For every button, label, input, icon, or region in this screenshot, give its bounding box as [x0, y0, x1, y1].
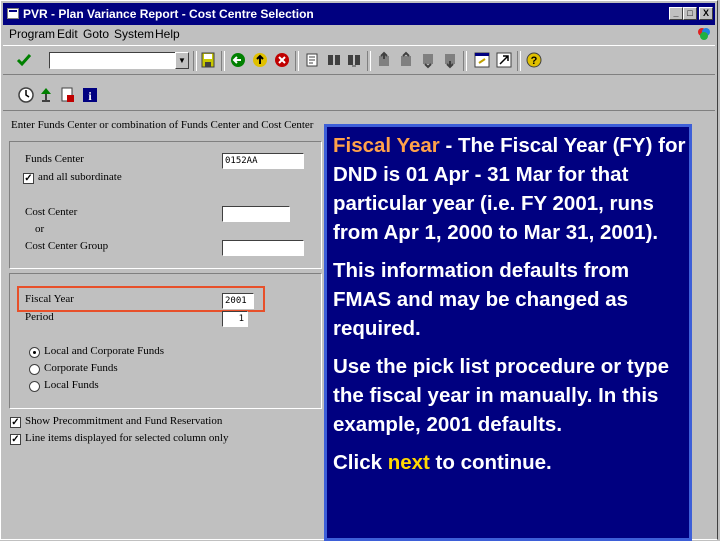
radio-local-label: Local Funds	[44, 379, 99, 391]
print-icon[interactable]	[303, 51, 321, 69]
toolbar-separator	[463, 51, 467, 71]
all-subordinate-label: and all subordinate	[38, 171, 122, 183]
command-dropdown[interactable]: ▼	[175, 52, 189, 69]
info-icon[interactable]: i	[81, 86, 99, 104]
selection-heading: Enter Funds Center or combination of Fun…	[11, 119, 314, 131]
maximize-button[interactable]: □	[683, 7, 697, 20]
line-items-label: Line items displayed for selected column…	[25, 432, 229, 444]
standard-toolbar: ▼ ?	[3, 45, 715, 75]
funds-center-input[interactable]: 0152AA	[222, 153, 304, 169]
radio-local-corporate-label: Local and Corporate Funds	[44, 345, 165, 357]
back-icon[interactable]	[229, 51, 247, 69]
menu-bar: Program Edit Goto System Help	[3, 25, 715, 43]
exit-icon[interactable]	[251, 51, 269, 69]
cost-center-input[interactable]	[222, 206, 290, 222]
command-field[interactable]	[49, 52, 177, 69]
cancel-icon[interactable]	[273, 51, 291, 69]
info-click-text: Click	[333, 451, 388, 474]
save-icon[interactable]	[199, 51, 217, 69]
svg-text:?: ?	[531, 55, 538, 67]
info-paragraph-fiscal-year: Fiscal Year - The Fiscal Year (FY) for D…	[333, 131, 689, 247]
prev-page-icon[interactable]	[397, 51, 415, 69]
show-precommitment-checkbox[interactable]: ✓	[10, 417, 21, 428]
all-subordinate-checkbox[interactable]: ✓	[23, 173, 34, 184]
check-icon[interactable]	[15, 51, 33, 69]
radio-local-corporate[interactable]	[29, 347, 40, 358]
toolbar-separator	[295, 51, 299, 71]
toolbar-separator	[193, 51, 197, 71]
next-page-icon[interactable]	[419, 51, 437, 69]
toolbar-separator	[517, 51, 521, 71]
info-callout: Fiscal Year - The Fiscal Year (FY) for D…	[324, 124, 692, 541]
or-label: or	[35, 223, 45, 235]
help-icon[interactable]: ?	[525, 51, 543, 69]
menu-help[interactable]: Help	[155, 25, 180, 43]
menu-system[interactable]: System	[114, 25, 154, 43]
cost-center-label: Cost Center	[25, 206, 78, 218]
find-icon[interactable]	[325, 51, 343, 69]
next-link[interactable]: next	[388, 451, 430, 474]
show-precommitment-label: Show Precommitment and Fund Reservation	[25, 415, 223, 427]
radio-corporate-label: Corporate Funds	[44, 362, 118, 374]
execute-icon[interactable]	[17, 86, 35, 104]
find-next-icon[interactable]	[345, 51, 363, 69]
minimize-button[interactable]: _	[669, 7, 683, 20]
title-bar: PVR - Plan Variance Report - Cost Centre…	[3, 3, 715, 25]
info-continue-text: to continue.	[429, 451, 552, 474]
close-button[interactable]: X	[699, 7, 713, 20]
info-paragraph-next: Click next to continue.	[333, 448, 689, 477]
info-paragraph-defaults: This information defaults from FMAS and …	[333, 259, 630, 340]
sap-logo-icon[interactable]	[697, 27, 711, 41]
application-toolbar: i	[3, 79, 715, 111]
info-term: Fiscal Year	[333, 134, 440, 157]
radio-corporate[interactable]	[29, 364, 40, 375]
new-session-icon[interactable]	[473, 51, 491, 69]
period-input[interactable]: 1	[222, 311, 248, 327]
toolbar-separator	[367, 51, 371, 71]
menu-program[interactable]: Program	[9, 25, 55, 43]
tree-icon[interactable]	[37, 86, 55, 104]
last-page-icon[interactable]	[441, 51, 459, 69]
info-paragraph-picklist: Use the pick list procedure or type the …	[333, 355, 670, 436]
window-icon[interactable]	[7, 8, 19, 19]
first-page-icon[interactable]	[375, 51, 393, 69]
shortcut-icon[interactable]	[495, 51, 513, 69]
line-items-checkbox[interactable]: ✓	[10, 434, 21, 445]
fiscal-year-input[interactable]: 2001	[222, 293, 254, 309]
cost-center-group-input[interactable]	[222, 240, 304, 256]
menu-edit[interactable]: Edit	[57, 25, 78, 43]
funds-center-label: Funds Center	[25, 153, 84, 165]
cost-center-group-label: Cost Center Group	[25, 240, 109, 252]
fiscal-year-label: Fiscal Year	[25, 293, 74, 305]
window-title: PVR - Plan Variance Report - Cost Centre…	[23, 7, 314, 21]
radio-local[interactable]	[29, 381, 40, 392]
sap-window: PVR - Plan Variance Report - Cost Centre…	[0, 0, 718, 541]
menu-goto[interactable]: Goto	[83, 25, 109, 43]
period-label: Period	[25, 311, 54, 323]
variant-icon[interactable]	[59, 86, 77, 104]
toolbar-separator	[221, 51, 225, 71]
